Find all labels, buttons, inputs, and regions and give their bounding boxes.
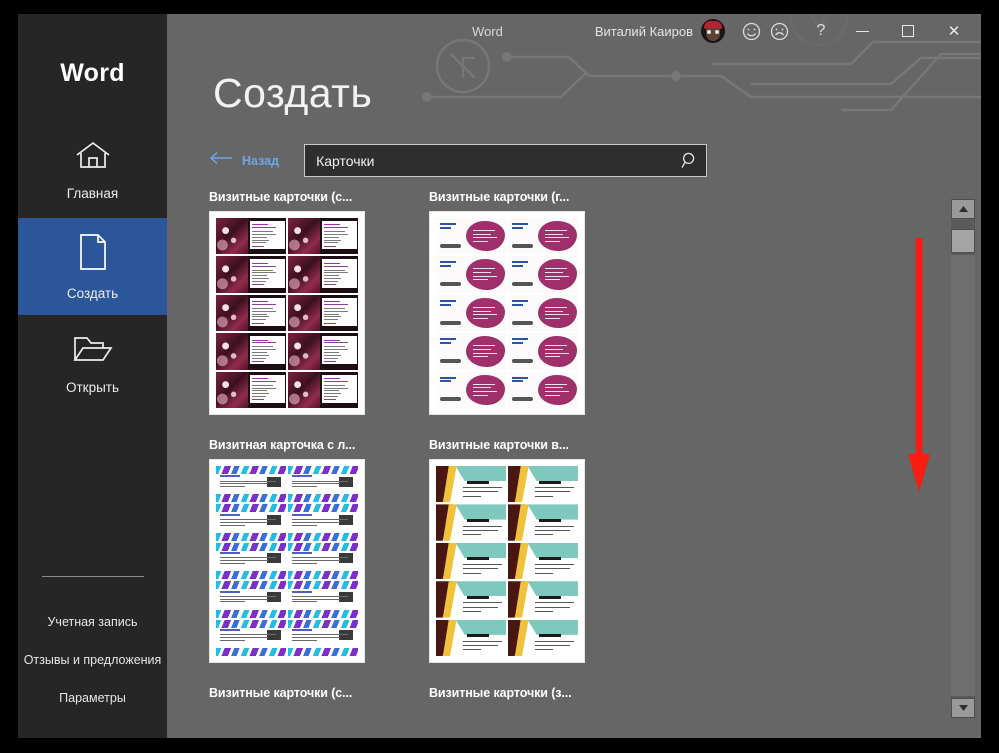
business-card-preview — [508, 542, 578, 580]
scrollbar-track[interactable] — [951, 255, 975, 696]
home-icon — [73, 139, 113, 174]
business-card-preview — [288, 256, 358, 293]
business-card-preview — [288, 218, 358, 255]
search-icon[interactable] — [672, 145, 706, 176]
title-bar: Word Виталий Каиров ? ✕ — [18, 14, 981, 48]
search-box[interactable]: Карточки — [304, 144, 708, 177]
business-card-preview — [288, 333, 358, 370]
sidebar-item-new[interactable]: Создать — [18, 218, 167, 315]
app-brand-label: Word — [60, 59, 125, 87]
template-tile[interactable]: Визитные карточки (с... — [209, 686, 429, 707]
smiley-happy-icon[interactable] — [737, 17, 765, 45]
business-card-preview — [288, 466, 358, 503]
business-card-preview — [508, 333, 578, 370]
template-thumbnail[interactable] — [209, 459, 365, 663]
business-card-preview — [436, 619, 506, 656]
scrollbar-thumb[interactable] — [951, 229, 975, 253]
business-card-preview — [436, 294, 506, 332]
minimize-button[interactable] — [839, 15, 885, 47]
content-area: Создать Назад Карточки Визитные карточки… — [167, 48, 981, 738]
business-card-preview — [288, 371, 358, 408]
business-card-preview — [216, 294, 286, 332]
business-card-preview — [216, 581, 286, 618]
business-card-preview — [288, 504, 358, 541]
word-window: Word Виталий Каиров ? ✕ Word Главная Соз… — [18, 14, 981, 738]
template-tile[interactable]: Визитные карточки в... — [429, 438, 649, 663]
template-thumbnail[interactable] — [209, 211, 365, 415]
business-card-preview — [436, 371, 506, 408]
sidebar-link-options[interactable]: Параметры — [18, 679, 167, 717]
app-name-label: Word — [472, 23, 503, 39]
template-label: Визитные карточки (г... — [429, 190, 570, 204]
open-folder-icon — [72, 333, 114, 368]
back-button-label: Назад — [242, 153, 280, 168]
template-label: Визитные карточки (с... — [209, 686, 353, 700]
left-sidebar: Word Главная Создать Открыть Учетная зап… — [18, 14, 167, 738]
template-thumbnail[interactable] — [429, 459, 585, 663]
business-card-preview — [436, 504, 506, 541]
business-card-preview — [508, 256, 578, 293]
business-card-preview — [508, 619, 578, 656]
search-input[interactable]: Карточки — [305, 153, 672, 169]
sidebar-item-label: Создать — [66, 285, 119, 301]
business-card-preview — [216, 619, 286, 656]
sidebar-link-feedback[interactable]: Отзывы и предложения — [18, 641, 167, 679]
business-card-preview — [288, 581, 358, 618]
business-card-preview — [436, 256, 506, 293]
business-card-preview — [508, 581, 578, 618]
close-button[interactable]: ✕ — [931, 15, 977, 47]
back-button[interactable]: Назад — [209, 151, 279, 170]
business-card-preview — [508, 371, 578, 408]
account-name-label[interactable]: Виталий Каиров — [595, 24, 693, 39]
arrow-left-icon — [209, 151, 233, 170]
business-card-preview — [216, 504, 286, 541]
template-label: Визитная карточка с л... — [209, 438, 356, 452]
scroll-down-arrow-icon[interactable] — [951, 698, 975, 718]
template-label: Визитные карточки (з... — [429, 686, 572, 700]
template-tile[interactable]: Визитные карточки (г... — [429, 190, 649, 415]
search-row: Назад Карточки — [209, 144, 708, 177]
sidebar-link-account[interactable]: Учетная запись — [18, 603, 167, 641]
sidebar-item-label: Открыть — [65, 379, 120, 395]
business-card-preview — [216, 371, 286, 408]
user-avatar[interactable] — [701, 19, 725, 43]
template-thumbnail[interactable] — [429, 211, 585, 415]
business-card-preview — [508, 218, 578, 255]
sidebar-links: Учетная запись Отзывы и предложения Пара… — [18, 603, 167, 717]
sidebar-item-label: Главная — [66, 185, 119, 201]
business-card-preview — [216, 218, 286, 255]
business-card-preview — [436, 333, 506, 370]
business-card-preview — [288, 294, 358, 332]
business-card-preview — [216, 333, 286, 370]
template-tile[interactable]: Визитные карточки (с... — [209, 190, 429, 415]
sidebar-item-home[interactable]: Главная — [18, 121, 167, 218]
template-label: Визитные карточки (с... — [209, 190, 353, 204]
business-card-preview — [436, 466, 506, 503]
business-card-preview — [288, 542, 358, 580]
business-card-preview — [508, 294, 578, 332]
template-tile[interactable]: Визитные карточки (з... — [429, 686, 649, 707]
business-card-preview — [288, 619, 358, 656]
page-title: Создать — [213, 70, 373, 116]
template-tile[interactable]: Визитная карточка с л... — [209, 438, 429, 663]
screenshot-root: Word Виталий Каиров ? ✕ Word Главная Соз… — [0, 0, 999, 753]
business-card-preview — [436, 581, 506, 618]
sidebar-divider — [41, 576, 144, 577]
vertical-scrollbar[interactable] — [951, 199, 975, 718]
business-card-preview — [436, 542, 506, 580]
template-label: Визитные карточки в... — [429, 438, 569, 452]
maximize-button[interactable] — [885, 15, 931, 47]
help-button[interactable]: ? — [803, 16, 839, 46]
new-document-icon — [77, 233, 109, 274]
smiley-sad-icon[interactable] — [765, 17, 793, 45]
business-card-preview — [436, 218, 506, 255]
business-card-preview — [216, 256, 286, 293]
business-card-preview — [508, 504, 578, 541]
scroll-up-arrow-icon[interactable] — [951, 199, 975, 219]
sidebar-item-open[interactable]: Открыть — [18, 315, 167, 412]
business-card-preview — [216, 542, 286, 580]
business-card-preview — [216, 466, 286, 503]
business-card-preview — [508, 466, 578, 503]
